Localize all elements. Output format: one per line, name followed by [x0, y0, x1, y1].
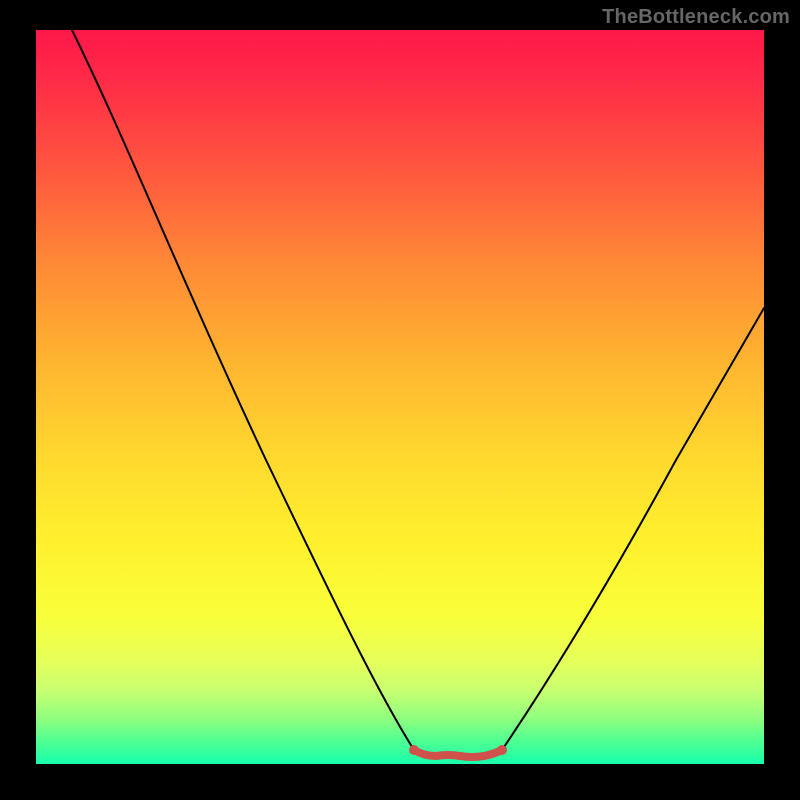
valley-end-dot: [497, 745, 507, 755]
valley-start-dot: [409, 745, 419, 755]
watermark-text: TheBottleneck.com: [602, 6, 790, 29]
bottleneck-curve: [36, 30, 764, 764]
plot-area: [36, 30, 764, 764]
chart-frame: TheBottleneck.com: [0, 0, 800, 800]
valley-marker: [414, 750, 502, 757]
curve-left-branch: [72, 30, 414, 750]
curve-right-branch: [502, 308, 764, 750]
